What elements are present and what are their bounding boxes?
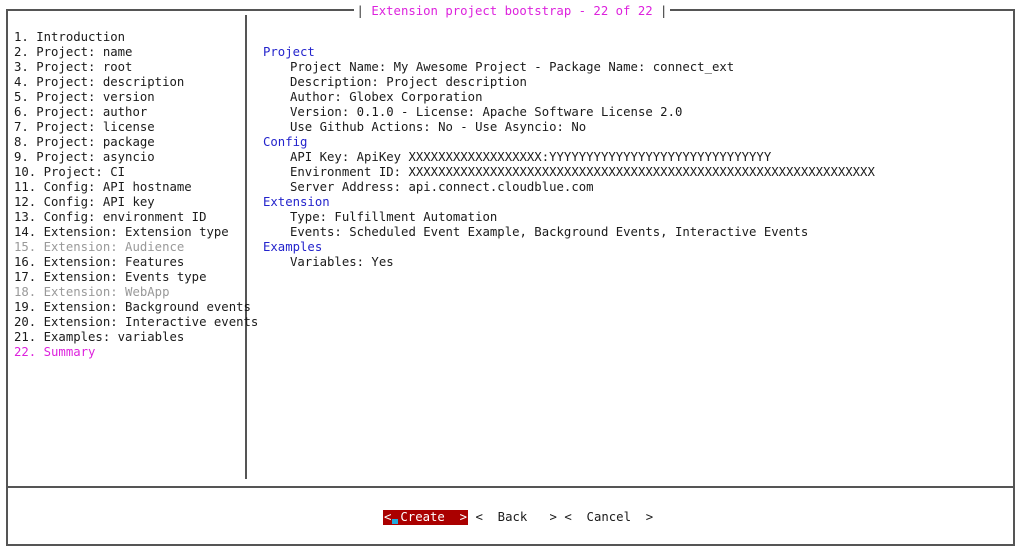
summary-line: Project Name: My Awesome Project - Packa… xyxy=(290,60,735,74)
step-item-extension-background-events[interactable]: 19. Extension: Background events xyxy=(14,300,251,315)
summary-line: Description: Project description xyxy=(290,75,527,89)
summary-line: Variables: Yes xyxy=(290,255,394,269)
step-item-config-api-hostname[interactable]: 11. Config: API hostname xyxy=(14,180,239,195)
summary-line: Environment ID: XXXXXXXXXXXXXXXXXXXXXXXX… xyxy=(290,165,875,179)
step-item-summary[interactable]: 22. Summary xyxy=(14,345,239,360)
window-title: | Extension project bootstrap - 22 of 22… xyxy=(353,2,671,20)
summary-line: Server Address: api.connect.cloudblue.co… xyxy=(290,180,594,194)
summary-line: Author: Globex Corporation xyxy=(290,90,483,104)
step-item-project-ci[interactable]: 10. Project: CI xyxy=(14,165,239,180)
window-title-text: Extension project bootstrap - 22 of 22 xyxy=(371,4,653,18)
step-item-project-author[interactable]: 6. Project: author xyxy=(14,105,239,120)
cancel-button-label: Cancel xyxy=(586,510,631,524)
create-button[interactable]: < Create > xyxy=(383,510,469,525)
step-item-extension-webapp: 18. Extension: WebApp xyxy=(14,285,170,299)
step-item-extension-interactive-events[interactable]: 20. Extension: Interactive events xyxy=(14,315,258,330)
step-item-config-api-key[interactable]: 12. Config: API key xyxy=(14,195,239,210)
step-item-examples-variables[interactable]: 21. Examples: variables xyxy=(14,330,239,345)
back-button-label: Back xyxy=(497,510,528,524)
step-item-project-root[interactable]: 3. Project: root xyxy=(14,60,239,75)
title-bar: | Extension project bootstrap - 22 of 22… xyxy=(0,2,1024,20)
summary-line: API Key: ApiKey XXXXXXXXXXXXXXXXXX:YYYYY… xyxy=(290,150,772,164)
step-item-extension-audience: 15. Extension: Audience xyxy=(14,240,185,254)
step-item-project-version[interactable]: 5. Project: version xyxy=(14,90,239,105)
cursor-marker xyxy=(392,519,399,524)
horizontal-divider xyxy=(8,486,1015,488)
summary-line: Events: Scheduled Event Example, Backgro… xyxy=(290,225,809,239)
summary-line: Type: Fulfillment Automation xyxy=(290,210,498,224)
section-heading-examples: Examples xyxy=(263,240,323,254)
step-item-extension-features[interactable]: 16. Extension: Features xyxy=(14,255,239,270)
step-item-extension-events-type[interactable]: 17. Extension: Events type xyxy=(14,270,239,285)
summary-panel: Project Project Name: My Awesome Project… xyxy=(263,45,1003,270)
vertical-divider xyxy=(245,15,247,479)
summary-line: Use Github Actions: No - Use Asyncio: No xyxy=(290,120,587,134)
step-list: 1. Introduction 2. Project: name 3. Proj… xyxy=(14,30,258,360)
back-button[interactable]: < Back > xyxy=(468,510,556,525)
summary-line: Version: 0.1.0 - License: Apache Softwar… xyxy=(290,105,683,119)
step-item-config-environment-id[interactable]: 13. Config: environment ID xyxy=(14,210,239,225)
step-item-project-name[interactable]: 2. Project: name xyxy=(14,45,239,60)
section-heading-extension: Extension xyxy=(263,195,330,209)
step-item-extension-type[interactable]: 14. Extension: Extension type xyxy=(14,225,239,240)
step-item-project-license[interactable]: 7. Project: license xyxy=(14,120,239,135)
section-heading-project: Project xyxy=(263,45,315,59)
step-item-project-package[interactable]: 8. Project: package xyxy=(14,135,239,150)
section-heading-config: Config xyxy=(263,135,308,149)
cancel-button[interactable]: < Cancel > xyxy=(557,510,653,525)
step-item-project-asyncio[interactable]: 9. Project: asyncio xyxy=(14,150,239,165)
create-button-label: Create xyxy=(400,510,445,524)
button-bar: < Create > < Back > < Cancel > xyxy=(383,510,653,525)
step-item-project-description[interactable]: 4. Project: description xyxy=(14,75,239,90)
step-item-introduction[interactable]: 1. Introduction xyxy=(14,30,239,45)
